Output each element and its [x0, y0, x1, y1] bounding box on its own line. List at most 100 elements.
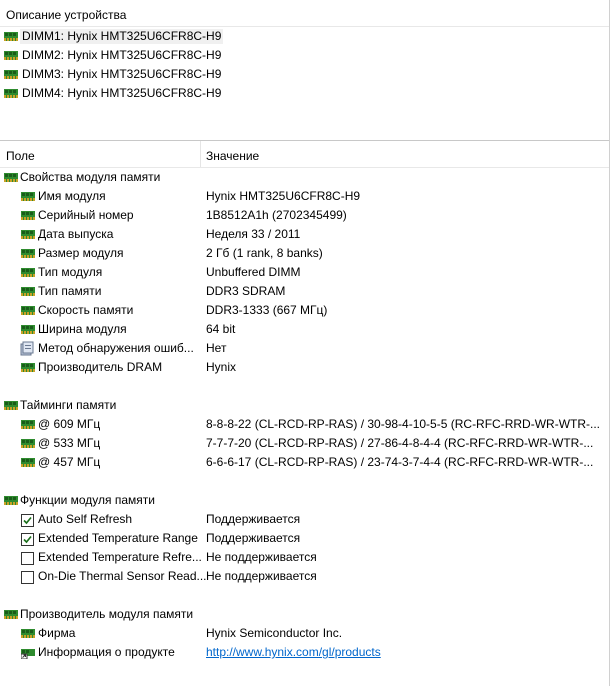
- property-value: Нет: [206, 341, 227, 355]
- property-field: @ 533 МГц: [38, 436, 101, 450]
- property-field: On-Die Thermal Sensor Read...: [38, 569, 207, 583]
- section-title: Функции модуля памяти: [20, 493, 155, 507]
- property-row[interactable]: Фирма Hynix Semiconductor Inc.: [0, 624, 609, 643]
- ram-module-icon: [21, 306, 35, 315]
- ram-module-icon: [21, 268, 35, 277]
- ram-module-icon: [21, 211, 35, 220]
- ram-module-icon: [21, 249, 35, 258]
- property-row[interactable]: Ширина модуля 64 bit: [0, 320, 609, 339]
- property-field: Скорость памяти: [38, 303, 134, 317]
- device-item-label: DIMM3: Hynix HMT325U6CFR8C-H9: [22, 67, 222, 81]
- property-value: Hynix Semiconductor Inc.: [206, 626, 343, 640]
- ram-module-icon: [21, 458, 35, 467]
- property-field: Auto Self Refresh: [38, 512, 133, 526]
- property-row[interactable]: Метод обнаружения ошиб... Нет: [0, 339, 609, 358]
- timing-row[interactable]: @ 457 МГц 6-6-6-17 (CL-RCD-RP-RAS) / 23-…: [0, 453, 609, 472]
- section-title: Тайминги памяти: [20, 398, 117, 412]
- property-value: DDR3-1333 (667 МГц): [206, 303, 328, 317]
- device-item-dimm4[interactable]: DIMM4: Hynix HMT325U6CFR8C-H9: [0, 84, 609, 103]
- properties-header: Поле Значение: [0, 141, 609, 168]
- property-row[interactable]: Скорость памяти DDR3-1333 (667 МГц): [0, 301, 609, 320]
- property-value: 2 Гб (1 rank, 8 banks): [206, 246, 323, 260]
- property-field: Ширина модуля: [38, 322, 127, 336]
- property-value: 8-8-8-22 (CL-RCD-RP-RAS) / 30-98-4-10-5-…: [206, 417, 601, 431]
- property-row[interactable]: Информация о продукте http://www.hynix.c…: [0, 643, 609, 662]
- device-pane-header[interactable]: Описание устройства: [0, 0, 609, 27]
- device-list: DIMM1: Hynix HMT325U6CFR8C-H9 DIMM2: Hyn…: [0, 27, 609, 103]
- checked-checkbox-icon: [21, 514, 34, 527]
- function-row[interactable]: Extended Temperature Refre... Не поддерж…: [0, 548, 609, 567]
- section-module-properties[interactable]: Свойства модуля памяти: [0, 168, 609, 187]
- property-field: Дата выпуска: [38, 227, 114, 241]
- ram-module-icon: [4, 496, 18, 505]
- timing-row[interactable]: @ 609 МГц 8-8-8-22 (CL-RCD-RP-RAS) / 30-…: [0, 415, 609, 434]
- property-value: 64 bit: [206, 322, 236, 336]
- ram-module-icon: [21, 420, 35, 429]
- unchecked-checkbox-icon: [21, 571, 34, 584]
- property-row[interactable]: Серийный номер 1B8512A1h (2702345499): [0, 206, 609, 225]
- property-row[interactable]: Дата выпуска Неделя 33 / 2011: [0, 225, 609, 244]
- property-value: 1B8512A1h (2702345499): [206, 208, 347, 222]
- section-functions[interactable]: Функции модуля памяти: [0, 491, 609, 510]
- ram-module-icon: [4, 89, 18, 98]
- property-field: @ 609 МГц: [38, 417, 101, 431]
- property-row[interactable]: Имя модуля Hynix HMT325U6CFR8C-H9: [0, 187, 609, 206]
- property-value: Unbuffered DIMM: [206, 265, 301, 279]
- section-title: Свойства модуля памяти: [20, 170, 161, 184]
- property-row[interactable]: Тип памяти DDR3 SDRAM: [0, 282, 609, 301]
- device-item-dimm1[interactable]: DIMM1: Hynix HMT325U6CFR8C-H9: [0, 27, 609, 46]
- ram-module-icon: [21, 629, 35, 638]
- device-item-dimm3[interactable]: DIMM3: Hynix HMT325U6CFR8C-H9: [0, 65, 609, 84]
- column-header-value[interactable]: Значение: [206, 149, 259, 163]
- column-divider[interactable]: [200, 141, 201, 167]
- ram-module-icon: [4, 401, 18, 410]
- section-title: Производитель модуля памяти: [20, 607, 194, 621]
- device-item-label: DIMM2: Hynix HMT325U6CFR8C-H9: [22, 48, 222, 62]
- property-field: Производитель DRAM: [38, 360, 163, 374]
- ram-module-icon: [21, 363, 35, 372]
- unchecked-checkbox-icon: [21, 552, 34, 565]
- link-icon: [20, 646, 35, 660]
- ram-module-icon: [4, 610, 18, 619]
- ram-module-icon: [21, 287, 35, 296]
- ram-module-icon: [4, 70, 18, 79]
- property-field: Размер модуля: [38, 246, 124, 260]
- property-field: Метод обнаружения ошиб...: [38, 341, 194, 355]
- device-item-label: DIMM1: Hynix HMT325U6CFR8C-H9: [20, 29, 224, 44]
- property-row[interactable]: Производитель DRAM Hynix: [0, 358, 609, 377]
- device-pane: Описание устройства DIMM1: Hynix HMT325U…: [0, 0, 610, 141]
- property-field: Фирма: [38, 626, 76, 640]
- device-item-label: DIMM4: Hynix HMT325U6CFR8C-H9: [22, 86, 222, 100]
- column-header-field[interactable]: Поле: [6, 149, 35, 163]
- properties-list: Свойства модуля памяти Имя модуля Hynix …: [0, 168, 609, 662]
- property-value: Неделя 33 / 2011: [206, 227, 301, 241]
- property-value: Hynix: [206, 360, 237, 374]
- function-row[interactable]: Auto Self Refresh Поддерживается: [0, 510, 609, 529]
- function-row[interactable]: Extended Temperature Range Поддерживаетс…: [0, 529, 609, 548]
- device-pane-header-label: Описание устройства: [6, 8, 127, 22]
- property-value-link-container: http://www.hynix.com/gl/products: [206, 645, 606, 660]
- section-manufacturer[interactable]: Производитель модуля памяти: [0, 605, 609, 624]
- property-row[interactable]: Размер модуля 2 Гб (1 rank, 8 banks): [0, 244, 609, 263]
- ram-module-icon: [4, 173, 18, 182]
- section-timings[interactable]: Тайминги памяти: [0, 396, 609, 415]
- ram-module-icon: [21, 192, 35, 201]
- property-row[interactable]: Тип модуля Unbuffered DIMM: [0, 263, 609, 282]
- property-field: Информация о продукте: [38, 645, 175, 659]
- device-item-dimm2[interactable]: DIMM2: Hynix HMT325U6CFR8C-H9: [0, 46, 609, 65]
- property-value: Поддерживается: [206, 512, 301, 526]
- property-field: Тип памяти: [38, 284, 102, 298]
- property-field: Тип модуля: [38, 265, 103, 279]
- timing-row[interactable]: @ 533 МГц 7-7-7-20 (CL-RCD-RP-RAS) / 27-…: [0, 434, 609, 453]
- product-info-link[interactable]: http://www.hynix.com/gl/products: [206, 645, 381, 659]
- property-value: Поддерживается: [206, 531, 301, 545]
- property-value: Hynix HMT325U6CFR8C-H9: [206, 189, 361, 203]
- property-value: DDR3 SDRAM: [206, 284, 286, 298]
- ram-module-icon: [4, 51, 18, 60]
- property-field: Extended Temperature Refre...: [38, 550, 202, 564]
- property-field: Extended Temperature Range: [38, 531, 198, 545]
- function-row[interactable]: On-Die Thermal Sensor Read... Не поддерж…: [0, 567, 609, 586]
